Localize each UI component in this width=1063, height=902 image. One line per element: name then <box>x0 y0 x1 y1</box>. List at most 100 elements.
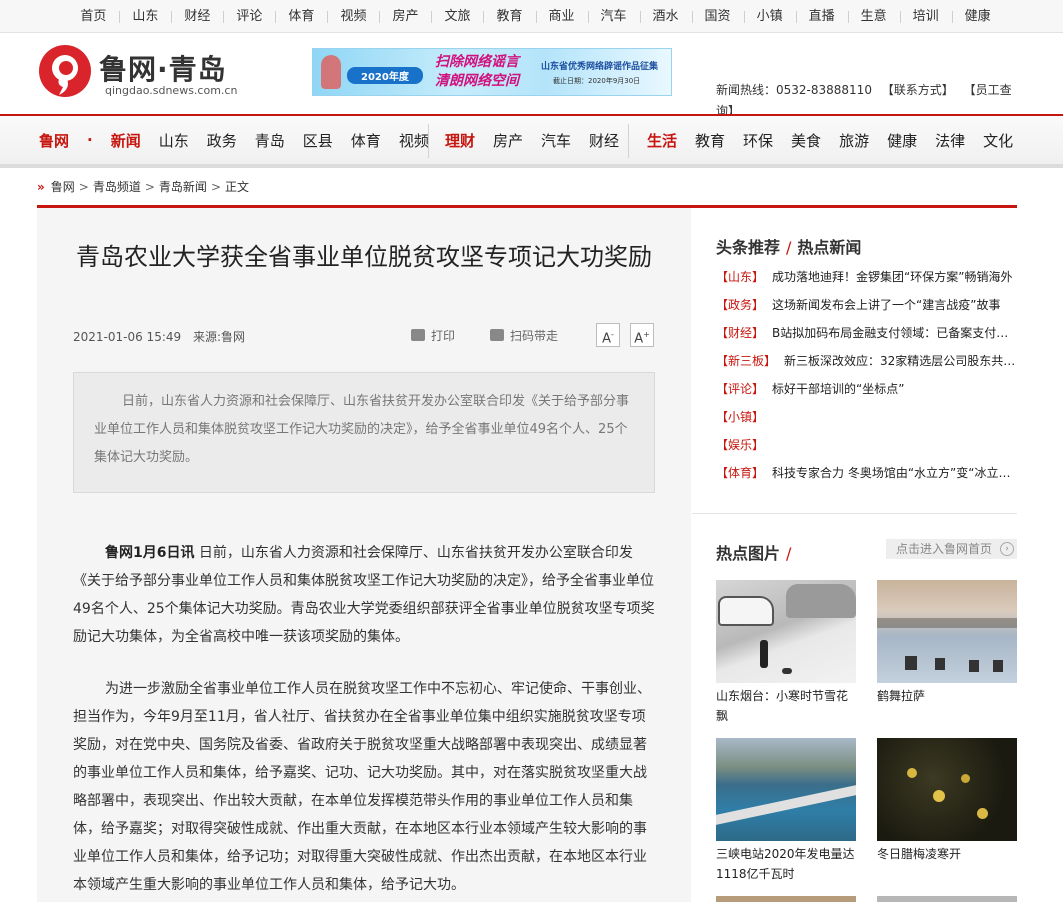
main-nav-item[interactable]: 区县 <box>303 130 333 151</box>
news-category-tag[interactable]: 【评论】 <box>716 382 764 396</box>
news-category-tag[interactable]: 【新三板】 <box>716 354 776 368</box>
top-nav-item[interactable]: 小镇 <box>743 9 796 24</box>
main-nav-item[interactable]: 青岛 <box>255 130 285 151</box>
main-nav-item[interactable]: 法律 <box>935 130 965 151</box>
top-nav-item[interactable]: 汽车 <box>587 9 640 24</box>
breadcrumb-item: 正文 <box>225 180 250 194</box>
picture-caption[interactable]: 冬日腊梅凌寒开 <box>877 844 1017 864</box>
news-headline[interactable]: 这场新闻发布会上讲了一个“建言战疫”故事 <box>772 298 1000 312</box>
main-nav-item[interactable]: 视频 <box>399 130 429 151</box>
breadcrumb-item[interactable]: 鲁网 <box>51 180 75 194</box>
main-nav-item[interactable]: 美食 <box>791 130 821 151</box>
contact-link[interactable]: 【联系方式】 <box>882 83 954 97</box>
main-nav-item[interactable]: 生活 <box>647 130 677 151</box>
nav-divider <box>428 124 429 158</box>
crane-shape <box>969 660 979 672</box>
top-nav-item[interactable]: 直播 <box>795 9 848 24</box>
main-nav-item[interactable]: 体育 <box>351 130 381 151</box>
banner-headline-1: 扫除网络谣言 <box>435 54 519 70</box>
top-nav-item[interactable]: 财经 <box>171 9 223 24</box>
picture-partial[interactable] <box>877 896 1017 902</box>
top-nav-item[interactable]: 房产 <box>379 9 431 24</box>
top-nav-item[interactable]: 培训 <box>899 9 952 24</box>
news-headline[interactable]: B站拟加码布局金融支付领域：已备案支付域名 <box>772 326 1016 340</box>
hot-news-tab[interactable]: 热点新闻 <box>797 238 861 257</box>
news-category-tag[interactable]: 【娱乐】 <box>716 438 764 452</box>
site-logo[interactable]: 鲁网·青岛 qingdao.sdnews.com.cn <box>37 43 252 103</box>
news-list-item[interactable]: 【体育】 科技专家合力 冬奥场馆由“水立方”变“冰立方” <box>716 459 1016 487</box>
picture-wintersweet[interactable] <box>877 738 1017 841</box>
dam-shape <box>716 785 856 825</box>
main-nav-item[interactable]: 文化 <box>983 130 1013 151</box>
news-list-item[interactable]: 【山东】 成功落地迪拜！金锣集团“环保方案”畅销海外 <box>716 263 1016 291</box>
headline-tab[interactable]: 头条推荐 <box>716 238 780 257</box>
picture-cranes[interactable] <box>877 580 1017 683</box>
news-category-tag[interactable]: 【山东】 <box>716 270 764 284</box>
chevron-right-icon: › <box>1000 542 1014 556</box>
main-nav-item[interactable]: 环保 <box>743 130 773 151</box>
top-nav-item[interactable]: 生意 <box>847 9 900 24</box>
news-list-item[interactable]: 【评论】 标好干部培训的“坐标点” <box>716 375 1016 403</box>
picture-caption[interactable]: 三峡电站2020年发电量达1118亿千瓦时 <box>716 844 856 884</box>
picture-three-gorges-dam[interactable] <box>716 738 856 841</box>
picture-snow-street[interactable] <box>716 580 856 683</box>
ad-banner[interactable]: 2020年度 扫除网络谣言 清朗网络空间 山东省优秀网络辟谣作品征集 截止日期：… <box>312 48 672 96</box>
main-nav-item[interactable]: 鲁网 <box>39 130 69 151</box>
top-nav-item[interactable]: 首页 <box>67 9 119 24</box>
home-link[interactable]: 点击进入鲁网首页 › <box>886 539 1017 559</box>
sidebar-divider <box>692 513 1017 514</box>
picture-caption[interactable]: 山东烟台：小寒时节雪花飘 <box>716 686 856 726</box>
news-category-tag[interactable]: 【财经】 <box>716 326 764 340</box>
blossom-shape <box>961 774 970 783</box>
main-nav-item[interactable]: 理财 <box>445 130 475 151</box>
main-nav-item[interactable]: 政务 <box>207 130 237 151</box>
news-list-item[interactable]: 【娱乐】 <box>716 431 1016 459</box>
main-nav-item[interactable]: 教育 <box>695 130 725 151</box>
news-headline[interactable]: 新三板深改效应：32家精选层公司股东共享红利 <box>784 354 1016 368</box>
top-nav-item[interactable]: 体育 <box>275 9 327 24</box>
breadcrumb-item[interactable]: 青岛频道 <box>93 180 141 194</box>
picture-caption[interactable]: 鹤舞拉萨 <box>877 686 1017 706</box>
main-nav-item[interactable]: 汽车 <box>541 130 571 151</box>
font-increase-button[interactable]: A+ <box>630 323 654 347</box>
news-headline[interactable]: 成功落地迪拜！金锣集团“环保方案”畅销海外 <box>772 270 1012 284</box>
news-category-tag[interactable]: 【小镇】 <box>716 410 764 424</box>
news-headline[interactable]: 科技专家合力 冬奥场馆由“水立方”变“冰立方” <box>772 466 1016 480</box>
main-nav-item[interactable]: 新闻 <box>111 130 141 151</box>
logo-url: qingdao.sdnews.com.cn <box>105 84 238 97</box>
top-nav-bar: 首页 山东 财经 评论 体育 视频 房产 文旅 教育 商业 汽车 酒水 国资 小镇 直播 生意 培训 健康 <box>0 0 1063 33</box>
main-nav-item[interactable]: 山东 <box>159 130 189 151</box>
font-decrease-button[interactable]: A- <box>596 323 620 347</box>
news-list-item[interactable]: 【财经】 B站拟加码布局金融支付领域：已备案支付域名 <box>716 319 1016 347</box>
news-headline[interactable]: 标好干部培训的“坐标点” <box>772 382 904 396</box>
top-nav-item[interactable]: 评论 <box>223 9 275 24</box>
top-nav-item[interactable]: 山东 <box>119 9 171 24</box>
breadcrumb-item[interactable]: 青岛新闻 <box>159 180 207 194</box>
news-list-item[interactable]: 【小镇】 <box>716 403 1016 431</box>
top-nav-item[interactable]: 教育 <box>483 9 535 24</box>
crane-shape <box>905 656 917 670</box>
picture-partial[interactable] <box>716 896 856 902</box>
top-nav-item[interactable]: 酒水 <box>639 9 692 24</box>
news-category-tag[interactable]: 【政务】 <box>716 298 764 312</box>
top-nav-item[interactable]: 文旅 <box>431 9 483 24</box>
scan-qr-button[interactable]: 扫码带走 <box>490 327 558 344</box>
main-nav-item[interactable]: 房产 <box>493 130 523 151</box>
main-nav-item[interactable]: 旅游 <box>839 130 869 151</box>
main-nav-item[interactable]: 健康 <box>887 130 917 151</box>
sidebar-news-heading: 头条推荐 / 热点新闻 <box>716 238 862 257</box>
news-category-tag[interactable]: 【体育】 <box>716 466 764 480</box>
banner-deadline: 截止日期：2020年9月30日 <box>553 77 641 85</box>
top-nav-item[interactable]: 国资 <box>691 9 744 24</box>
top-nav-item[interactable]: 健康 <box>951 9 1004 24</box>
nav-group-news: 鲁网 · 新闻 山东 政务 青岛 区县 体育 视频 <box>39 116 447 164</box>
person-shape <box>760 640 768 668</box>
print-button[interactable]: 打印 <box>411 327 455 344</box>
banner-side-title: 山东省优秀网络辟谣作品征集 <box>541 62 659 72</box>
news-list-item[interactable]: 【政务】 这场新闻发布会上讲了一个“建言战疫”故事 <box>716 291 1016 319</box>
top-nav-item[interactable]: 商业 <box>535 9 588 24</box>
qr-code-icon <box>490 329 504 341</box>
top-nav-item[interactable]: 视频 <box>327 9 379 24</box>
main-nav-item[interactable]: 财经 <box>589 130 619 151</box>
news-list-item[interactable]: 【新三板】 新三板深改效应：32家精选层公司股东共享红利 <box>716 347 1016 375</box>
